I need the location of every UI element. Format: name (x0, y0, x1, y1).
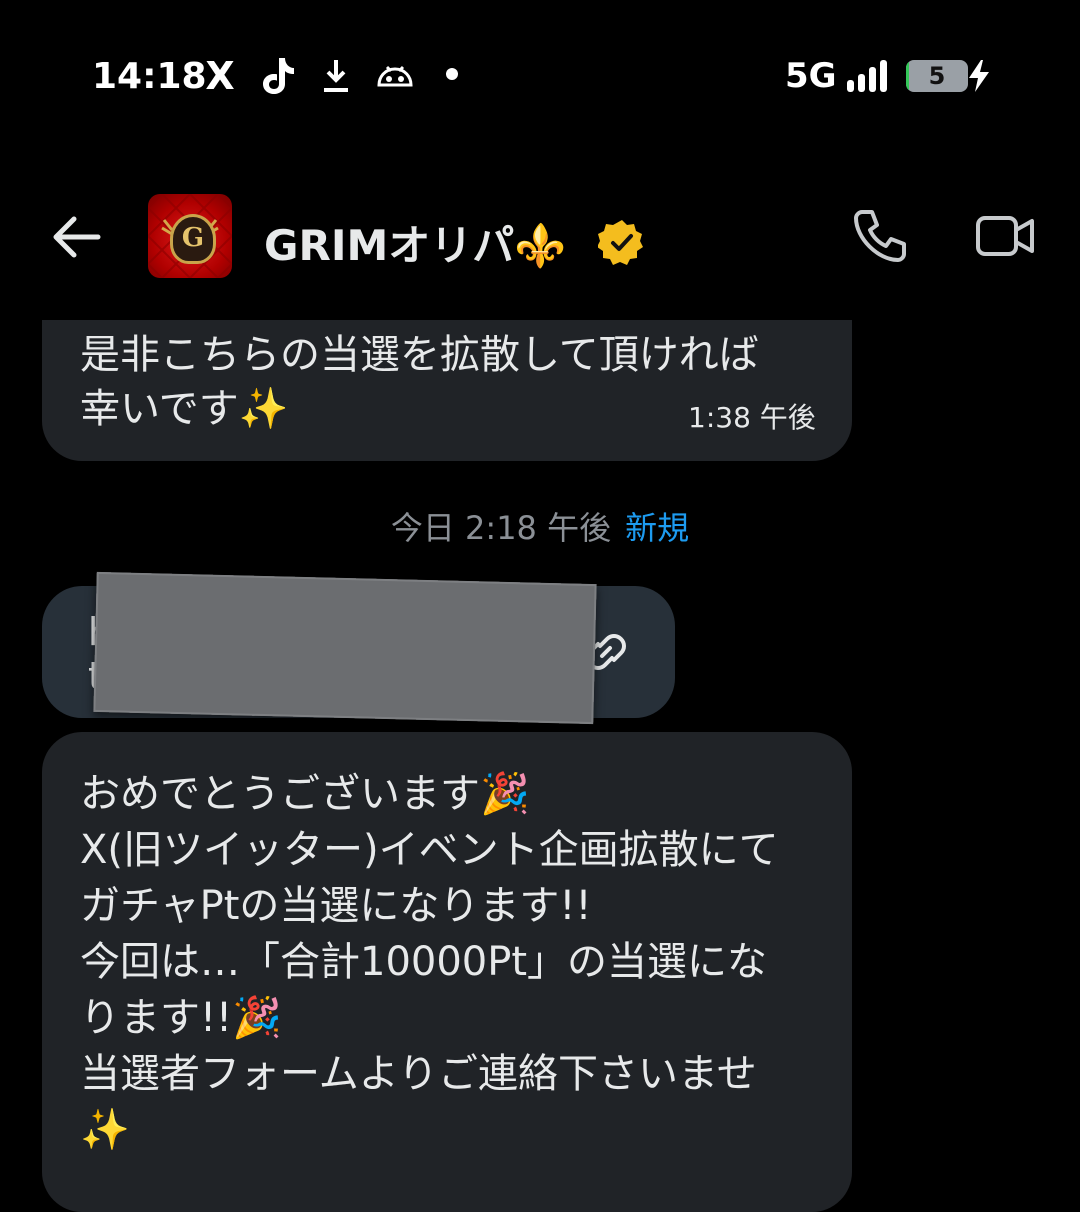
dinosaur-icon (374, 56, 416, 96)
notification-dot-icon (446, 68, 458, 80)
message-text: おめでとうございます🎉 X(旧ツイッター)イベント企画拡散にて ガチャPtの当選… (80, 766, 840, 1158)
signal-strength-icon (846, 60, 892, 92)
verified-badge-icon (597, 218, 646, 266)
message-timestamp: 1:38 午後 (688, 401, 816, 434)
network-type: 5G (785, 56, 837, 96)
battery-icon: 5 (906, 60, 968, 92)
message-line: 今回は…「合計10000Pt」の当選にな (80, 939, 768, 985)
x-logo-icon: X (205, 54, 235, 98)
day-separator: 今日 2:18 午後 新規 (0, 503, 1080, 549)
call-button[interactable] (850, 206, 910, 266)
conversation-title[interactable]: GRIMオリパ⚜️ (264, 212, 567, 273)
charging-bolt-icon (966, 58, 992, 94)
message-line: 是非こちらの当選を拡散して頂ければ (80, 332, 759, 378)
message-line: ✨ (80, 1107, 130, 1153)
avatar[interactable]: G (148, 194, 232, 278)
message-line: ります!!🎉 (80, 995, 282, 1041)
message-line: ガチャPtの当選になります!! (80, 883, 592, 929)
redaction-overlay (93, 571, 597, 725)
avatar-crest: G (170, 214, 216, 264)
video-call-button[interactable] (974, 210, 1038, 262)
day-separator-label: 今日 2:18 午後 (390, 509, 612, 547)
arrow-left-icon (53, 216, 101, 258)
video-camera-icon (976, 216, 1034, 256)
battery-level-text: 5 (928, 62, 946, 90)
new-messages-badge: 新規 (625, 509, 690, 547)
download-icon (318, 56, 354, 96)
phone-icon (854, 210, 906, 262)
back-button[interactable] (50, 214, 102, 260)
message-line: X(旧ツイッター)イベント企画拡散にて (80, 827, 779, 873)
tiktok-icon (258, 56, 298, 96)
message-line: 当選者フォームよりご連絡下さいませ (80, 1051, 757, 1097)
status-time: 14:18 (92, 56, 207, 97)
message-line: おめでとうございます🎉 (80, 771, 530, 817)
